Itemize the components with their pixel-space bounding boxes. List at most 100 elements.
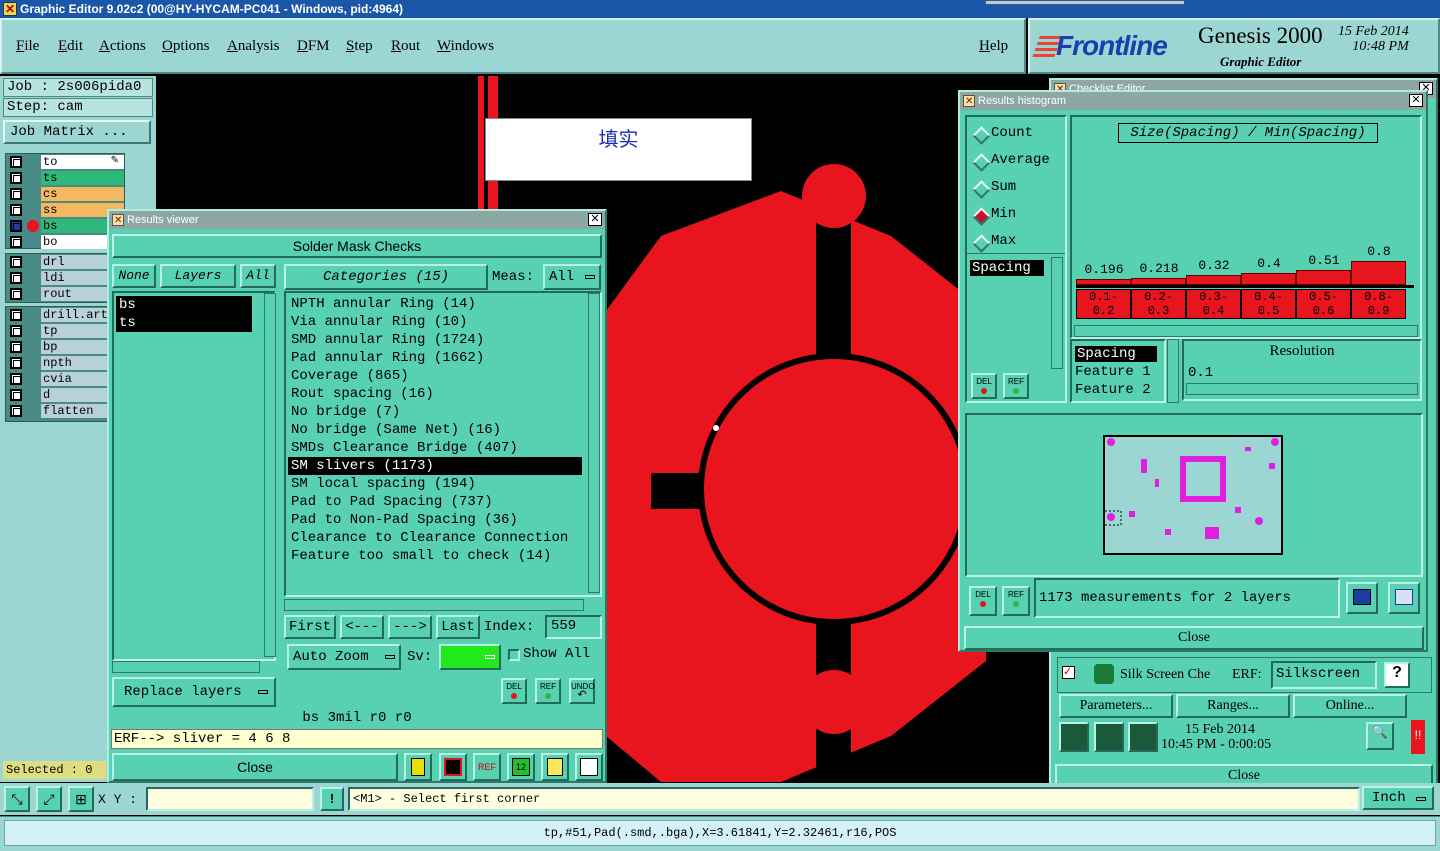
category-item[interactable]: SM slivers (1173) [288, 457, 582, 475]
histogram-chart-icon[interactable] [575, 753, 603, 781]
zoom-in-icon[interactable]: 🔍 [1366, 722, 1394, 750]
measure-icon[interactable]: ⤢ [36, 786, 62, 812]
attr-feature-2[interactable]: Feature 2 [1075, 382, 1151, 398]
layer-checkbox[interactable] [10, 405, 22, 417]
layer-checkbox[interactable] [10, 188, 22, 200]
map-ref-button[interactable]: REF [1002, 586, 1030, 616]
layer-checkbox[interactable] [10, 272, 22, 284]
measure-list-item[interactable]: Spacing [970, 260, 1044, 276]
layer-row-to[interactable]: to ✎ [6, 154, 124, 170]
layer-checkbox[interactable] [10, 341, 22, 353]
histogram-bar[interactable] [1296, 270, 1351, 285]
layer-checkbox[interactable] [10, 156, 22, 168]
parameters-button[interactable]: Parameters... [1059, 694, 1173, 718]
first-button[interactable]: First [284, 615, 336, 639]
measure-list-scrollbar[interactable] [1051, 257, 1063, 369]
histogram-bucket-label[interactable]: 0.4- 0.5 [1241, 289, 1296, 319]
zoom-fit-icon[interactable]: ⤡ [4, 786, 30, 812]
layer-checkbox[interactable] [10, 373, 22, 385]
map-del-button[interactable]: DEL [969, 586, 997, 616]
layer-checkbox[interactable] [10, 389, 22, 401]
notes-icon[interactable] [541, 753, 569, 781]
layer-checkbox[interactable] [10, 204, 22, 216]
run-all-icon[interactable] [1128, 722, 1158, 752]
menu-actions[interactable]: Actions [99, 38, 146, 55]
layer-checkbox[interactable] [10, 288, 22, 300]
mode-sum[interactable]: Sum [973, 179, 1016, 195]
show-all-checkbox[interactable] [508, 649, 520, 661]
histogram-bucket-label[interactable]: 0.5- 0.6 [1296, 289, 1351, 319]
index-input[interactable]: 559 [545, 615, 602, 639]
menu-windows[interactable]: Windows [437, 38, 494, 55]
board-overview-map[interactable] [1100, 435, 1283, 555]
histogram-bucket-label[interactable]: 0.2- 0.3 [1131, 289, 1186, 319]
categories-hscrollbar[interactable] [284, 599, 584, 611]
category-item[interactable]: Pad to Non-Pad Spacing (36) [288, 511, 582, 529]
layers-none-button[interactable]: None [112, 264, 156, 288]
layer-checkbox[interactable] [10, 172, 22, 184]
attr-scrollbar[interactable] [1167, 339, 1179, 403]
menu-analysis[interactable]: Analysis [227, 38, 280, 55]
category-item[interactable]: NPTH annular Ring (14) [288, 295, 582, 313]
result-layer-ts[interactable]: ts [116, 314, 252, 332]
categories-vscrollbar[interactable] [588, 293, 600, 593]
histogram-bar[interactable] [1351, 261, 1406, 285]
replace-layers-dropdown[interactable]: Replace layers [112, 677, 276, 707]
layers-button[interactable]: Layers [160, 264, 236, 288]
layer-checkbox[interactable] [10, 256, 22, 268]
count-12-icon[interactable]: 12 [507, 753, 535, 781]
check-enable-checkbox[interactable]: ✓ [1062, 666, 1075, 679]
menu-dfm[interactable]: DFM [297, 38, 330, 55]
histogram-ref-button[interactable]: REF [1003, 373, 1029, 399]
menu-rout[interactable]: Rout [391, 38, 420, 55]
severity-dropdown[interactable] [439, 644, 501, 670]
category-item[interactable]: Pad to Pad Spacing (737) [288, 493, 582, 511]
layer-checkbox[interactable] [10, 325, 22, 337]
mode-average[interactable]: Average [973, 152, 1050, 168]
histogram-bucket-label[interactable]: 0.3- 0.4 [1186, 289, 1241, 319]
category-item[interactable]: SMDs Clearance Bridge (407) [288, 439, 582, 457]
layer-row-cs[interactable]: cs [6, 186, 124, 202]
layer-checkbox[interactable] [10, 309, 22, 321]
layers-hscrollbar[interactable] [112, 661, 260, 673]
mode-max[interactable]: Max [973, 233, 1016, 249]
xy-input[interactable] [146, 787, 314, 811]
histogram-bucket-label[interactable]: 0.8- 0.9 [1351, 289, 1406, 319]
category-item[interactable]: Coverage (865) [288, 367, 582, 385]
histogram-bar[interactable] [1131, 278, 1186, 285]
viewer-del-button[interactable]: DEL [501, 678, 527, 704]
category-item[interactable]: No bridge (Same Net) (16) [288, 421, 582, 439]
grid-icon[interactable]: ⊞ [68, 786, 94, 812]
viewer-ref-button[interactable]: REF [535, 678, 561, 704]
next-button[interactable]: ---> [388, 615, 432, 639]
histogram-close-button[interactable]: Close [964, 626, 1424, 650]
run-selected-icon[interactable] [1094, 722, 1124, 752]
chart-scrollbar[interactable] [1074, 325, 1418, 337]
check-row[interactable]: ✓ Silk Screen Che ERF: Silkscreen ? [1057, 657, 1432, 693]
attr-feature-1[interactable]: Feature 1 [1075, 364, 1151, 380]
layer-checkbox[interactable] [10, 357, 22, 369]
attr-spacing[interactable]: Spacing [1075, 346, 1157, 362]
category-item[interactable]: Feature too small to check (14) [288, 547, 582, 565]
mode-count[interactable]: Count [973, 125, 1033, 141]
category-item[interactable]: Clearance to Clearance Connection [288, 529, 582, 547]
layer-checkbox[interactable] [10, 220, 22, 232]
menu-help[interactable]: Help [979, 38, 1008, 55]
auto-zoom-dropdown[interactable]: Auto Zoom [287, 644, 401, 670]
online-button[interactable]: Online... [1293, 694, 1407, 718]
layer-name[interactable]: cs [41, 187, 124, 201]
report-icon[interactable] [404, 753, 432, 781]
last-button[interactable]: Last [436, 615, 480, 639]
no-ref-icon[interactable]: REF [473, 753, 501, 781]
layer-name[interactable]: ts [41, 171, 124, 185]
categories-button[interactable]: Categories (15) [284, 264, 488, 290]
previous-button[interactable]: <--- [340, 615, 384, 639]
category-item[interactable]: Via annular Ring (10) [288, 313, 582, 331]
ranges-button[interactable]: Ranges... [1176, 694, 1290, 718]
run-check-icon[interactable] [1059, 722, 1089, 752]
result-layer-bs[interactable]: bs [116, 296, 252, 314]
menu-edit[interactable]: Edit [58, 38, 83, 55]
category-item[interactable]: Pad annular Ring (1662) [288, 349, 582, 367]
export-report-icon[interactable] [1346, 582, 1378, 614]
histogram-bar[interactable] [1186, 275, 1241, 285]
